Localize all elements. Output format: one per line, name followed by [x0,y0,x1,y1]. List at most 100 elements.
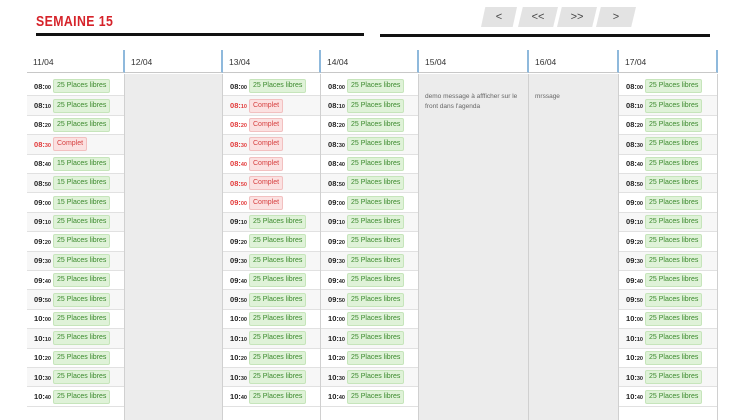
time-slot[interactable]: 09:00 25 Places libres [321,193,419,213]
time-slot[interactable]: 09:40 25 Places libres [619,271,718,291]
time-slot[interactable]: 10:00 25 Places libres [27,309,125,330]
time-slot[interactable]: 08:00 25 Places libres [321,77,419,97]
time-slot[interactable]: 08:00 25 Places libres [223,77,321,97]
time-slot[interactable]: 09:20 25 Places libres [27,232,125,252]
prev-week-button[interactable]: < [481,7,517,27]
slot-status-badge: 25 Places libres [645,117,703,132]
time-slot[interactable]: 08:10 25 Places libres [321,96,419,116]
slot-status-badge: 25 Places libres [347,273,405,288]
time-slot[interactable]: 09:50 25 Places libres [223,290,321,310]
slot-status-badge: 25 Places libres [53,292,111,307]
slot-time: 09:10 [34,217,51,227]
time-slot[interactable]: 08:40 15 Places libres [27,154,125,174]
time-slot[interactable]: 10:40 25 Places libres [223,387,321,407]
slot-time: 09:00 [626,198,643,208]
slot-status-badge: Complet [249,195,284,210]
time-slot[interactable]: 08:20 25 Places libres [321,115,419,136]
slot-status-badge: 25 Places libres [249,253,307,268]
slot-status-badge: 25 Places libres [347,176,405,191]
time-slot[interactable]: 09:30 25 Places libres [619,251,718,271]
time-slot[interactable]: 08:40 25 Places libres [321,154,419,174]
time-slot[interactable]: 10:30 25 Places libres [619,368,718,388]
time-slot[interactable]: 09:40 25 Places libres [321,271,419,291]
time-slot[interactable]: 10:20 25 Places libres [619,348,718,368]
day-closed-area [529,74,618,420]
time-slot[interactable]: 09:00 Complet [223,193,321,213]
slot-status-badge: 25 Places libres [347,350,405,365]
time-slot[interactable]: 09:30 25 Places libres [223,251,321,271]
time-slot[interactable]: 08:20 25 Places libres [27,115,125,136]
time-slot[interactable]: 08:10 25 Places libres [27,96,125,116]
time-slot[interactable]: 09:40 25 Places libres [27,271,125,291]
time-slot[interactable]: 10:10 25 Places libres [27,329,125,349]
time-slot[interactable]: 10:00 25 Places libres [619,309,718,330]
time-slot[interactable]: 08:50 25 Places libres [321,174,419,194]
time-slot[interactable]: 08:50 25 Places libres [619,174,718,194]
time-slot[interactable]: 08:10 Complet [223,96,321,116]
time-slot[interactable]: 08:20 25 Places libres [619,115,718,136]
slot-time: 10:30 [230,372,247,382]
time-slot[interactable]: 08:30 Complet [223,135,321,155]
time-slot[interactable]: 10:40 25 Places libres [619,387,718,407]
time-slot[interactable]: 10:30 25 Places libres [223,368,321,388]
time-slot[interactable]: 10:20 25 Places libres [223,348,321,368]
time-slot[interactable]: 09:10 25 Places libres [619,212,718,233]
slot-time: 10:00 [230,314,247,324]
time-slot[interactable]: 09:40 25 Places libres [223,271,321,291]
time-slot[interactable]: 08:50 Complet [223,174,321,194]
time-slot[interactable]: 09:50 25 Places libres [321,290,419,310]
time-slot[interactable]: 10:10 25 Places libres [321,329,419,349]
time-slot[interactable]: 09:00 15 Places libres [27,193,125,213]
time-slot[interactable]: 09:00 25 Places libres [619,193,718,213]
prev-fast-button[interactable]: << [518,7,558,27]
slot-status-badge: 15 Places libres [53,195,111,210]
time-slot[interactable]: 08:40 Complet [223,154,321,174]
time-slot[interactable]: 10:20 25 Places libres [27,348,125,368]
time-slot[interactable]: 10:20 25 Places libres [321,348,419,368]
slot-status-badge: 25 Places libres [347,195,405,210]
time-slot[interactable]: 10:00 25 Places libres [321,309,419,330]
time-slot[interactable]: 08:30 25 Places libres [619,135,718,155]
next-fast-button[interactable]: >> [557,7,597,27]
time-slot[interactable]: 08:50 15 Places libres [27,174,125,194]
slot-time: 08:30 [626,139,643,149]
time-slot[interactable]: 10:40 25 Places libres [27,387,125,407]
time-slot[interactable]: 08:10 25 Places libres [619,96,718,116]
time-slot[interactable]: 09:50 25 Places libres [27,290,125,310]
time-slot[interactable]: 09:50 25 Places libres [619,290,718,310]
time-slot[interactable]: 08:40 25 Places libres [619,154,718,174]
time-slot[interactable]: 08:30 Complet [27,135,125,155]
next-week-button[interactable]: > [596,7,636,27]
slot-time: 09:20 [230,236,247,246]
time-slot[interactable]: 10:40 25 Places libres [321,387,419,407]
time-slot[interactable]: 08:30 25 Places libres [321,135,419,155]
day-header: 14/04 [321,50,419,73]
slot-time: 09:40 [328,275,345,285]
time-slot[interactable]: 09:20 25 Places libres [321,232,419,252]
time-slot[interactable]: 10:10 25 Places libres [619,329,718,349]
time-slot[interactable]: 09:30 25 Places libres [27,251,125,271]
slot-time: 08:20 [230,120,247,130]
time-slot[interactable]: 09:10 25 Places libres [321,212,419,233]
time-slot[interactable]: 09:30 25 Places libres [321,251,419,271]
time-slot[interactable]: 10:30 25 Places libres [27,368,125,388]
time-slot[interactable]: 08:00 25 Places libres [619,77,718,97]
time-slot[interactable]: 08:00 25 Places libres [27,77,125,97]
time-slot[interactable]: 09:20 25 Places libres [223,232,321,252]
time-slot[interactable]: 08:20 Complet [223,115,321,136]
time-slot[interactable]: 10:10 25 Places libres [223,329,321,349]
slot-status-badge: 25 Places libres [53,389,111,404]
time-slot[interactable]: 09:10 25 Places libres [27,212,125,233]
time-slot[interactable]: 09:20 25 Places libres [619,232,718,252]
slot-status-badge: 25 Places libres [645,350,703,365]
slot-status-badge: Complet [249,98,284,113]
column-divider [717,74,718,420]
slot-time: 09:40 [230,275,247,285]
time-slot[interactable]: 10:00 25 Places libres [223,309,321,330]
slot-time: 08:00 [230,81,247,91]
time-slot[interactable]: 09:10 25 Places libres [223,212,321,233]
slot-status-badge: 25 Places libres [53,214,111,229]
time-slot[interactable]: 10:30 25 Places libres [321,368,419,388]
slot-time: 09:30 [328,256,345,266]
slot-status-badge: 25 Places libres [645,311,703,326]
